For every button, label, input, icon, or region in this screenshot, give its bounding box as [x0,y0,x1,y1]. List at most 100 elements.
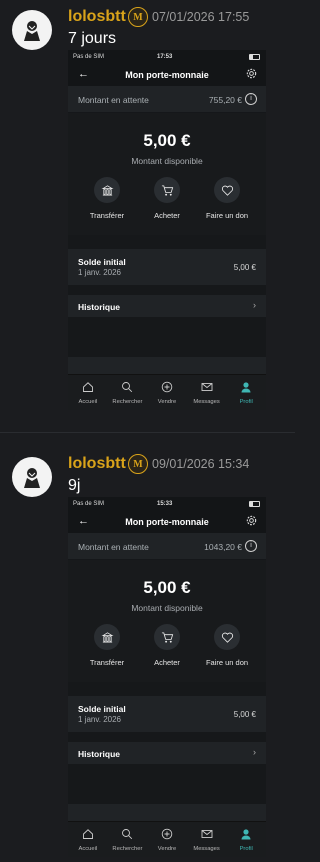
initial-balance-title: Solde initial [78,704,126,714]
tab-label: Rechercher [112,846,143,852]
tab-home[interactable]: Accueil [69,822,107,857]
tab-label: Rechercher [112,399,143,405]
available-balance-label: Montant disponible [131,156,203,166]
nav-bar: ← Mon porte-monnaie [68,511,266,533]
info-icon[interactable]: i [245,540,257,552]
post-caption: 9j [68,477,81,494]
bank-icon [101,631,113,643]
screen-title: Mon porte-monnaie [125,70,209,80]
username[interactable]: lolosbtt [68,8,126,26]
available-balance: 5,00 € [143,131,191,150]
history-row[interactable]: Historique › [68,742,266,764]
avatar-figure-icon [24,21,40,41]
initial-balance-amount: 5,00 € [233,710,256,719]
spacer [68,235,266,249]
balance-card: 5,00 € Montant disponible Transférer Ach… [68,560,266,682]
user-avatar[interactable] [12,457,52,497]
status-time: 17:53 [157,54,173,60]
balance-card: 5,00 € Montant disponible Transférer Ach… [68,113,266,235]
cart-icon [161,184,173,196]
spacer [68,682,266,696]
wallet-screenshot: Pas de SIM 17:53 ← Mon porte-monnaie Mon… [68,50,266,410]
tab-label: Profil [239,846,253,852]
history-label: Historique [78,749,121,759]
history-row[interactable]: Historique › [68,295,266,317]
status-bar: Pas de SIM 15:33 [68,497,266,511]
initial-balance-amount: 5,00 € [233,263,256,272]
tab-bar: Accueil Rechercher Vendre Messages Profi… [68,374,266,410]
buy-button[interactable]: Acheter [137,624,197,667]
transfer-label: Transférer [89,658,125,667]
initial-balance-date: 1 janv. 2026 [78,715,121,724]
pending-label: Montant en attente [78,95,149,105]
initial-balance-row: Solde initial 1 janv. 2026 5,00 € [68,249,266,285]
profile-icon [241,382,251,393]
donate-label: Faire un don [205,211,249,220]
carrier-label: Pas de SIM [73,54,105,60]
nav-bar: ← Mon porte-monnaie [68,64,266,86]
tab-bar: Accueil Rechercher Vendre Messages Profi… [68,821,266,857]
initial-balance-date: 1 janv. 2026 [78,268,121,277]
transfer-label: Transférer [89,211,125,220]
donate-button[interactable]: Faire un don [197,177,257,220]
post-date: 07/01/2026 17:55 [152,10,250,24]
mail-icon [201,383,213,391]
pending-amount-row: Montant en attente 1043,20 € i [68,533,266,560]
gear-icon[interactable] [245,67,258,80]
spacer [68,732,266,742]
status-bar: Pas de SIM 17:53 [68,50,266,64]
bank-icon [101,184,113,196]
member-badge-icon: M [128,454,148,474]
spacer [68,285,266,295]
available-balance-label: Montant disponible [131,603,203,613]
pending-label: Montant en attente [78,542,149,552]
available-balance: 5,00 € [143,578,191,597]
tab-profile[interactable]: Profil [227,822,265,857]
username[interactable]: lolosbtt [68,455,126,473]
home-icon [82,829,93,839]
empty-area [68,317,266,357]
tab-messages[interactable]: Messages [188,375,226,410]
history-label: Historique [78,302,121,312]
plus-circle-icon [161,381,173,393]
info-icon[interactable]: i [245,93,257,105]
pending-amount: 1043,20 € [204,542,242,552]
tab-label: Messages [193,399,220,405]
tab-messages[interactable]: Messages [188,822,226,857]
tab-search[interactable]: Rechercher [108,822,146,857]
user-avatar[interactable] [12,10,52,50]
heart-donate-icon [221,185,233,196]
cart-icon [161,631,173,643]
tab-profile[interactable]: Profil [227,375,265,410]
mail-icon [201,830,213,838]
wallet-screenshot: Pas de SIM 15:33 ← Mon porte-monnaie Mon… [68,497,266,857]
gear-icon[interactable] [245,514,258,527]
search-icon [122,382,133,393]
tab-home[interactable]: Accueil [69,375,107,410]
donate-button[interactable]: Faire un don [197,624,257,667]
status-time: 15:33 [157,501,173,507]
pending-amount-row: Montant en attente 755,20 € i [68,86,266,113]
donate-label: Faire un don [205,658,249,667]
plus-circle-icon [161,828,173,840]
tab-search[interactable]: Rechercher [108,375,146,410]
pending-amount: 755,20 € [208,95,242,105]
initial-balance-title: Solde initial [78,257,126,267]
transfer-button[interactable]: Transférer [77,624,137,667]
tab-sell[interactable]: Vendre [148,375,186,410]
buy-button[interactable]: Acheter [137,177,197,220]
tab-label: Profil [239,399,253,405]
member-badge-icon: M [128,7,148,27]
screen-title: Mon porte-monnaie [125,517,209,527]
tab-label: Messages [193,846,220,852]
tab-label: Accueil [78,399,98,405]
heart-donate-icon [221,632,233,643]
profile-icon [241,829,251,840]
transfer-button[interactable]: Transférer [77,177,137,220]
buy-label: Acheter [154,211,180,220]
chevron-right-icon: › [253,300,256,310]
post-divider [0,432,295,433]
tab-label: Vendre [157,846,177,852]
tab-label: Vendre [157,399,177,405]
tab-sell[interactable]: Vendre [148,822,186,857]
